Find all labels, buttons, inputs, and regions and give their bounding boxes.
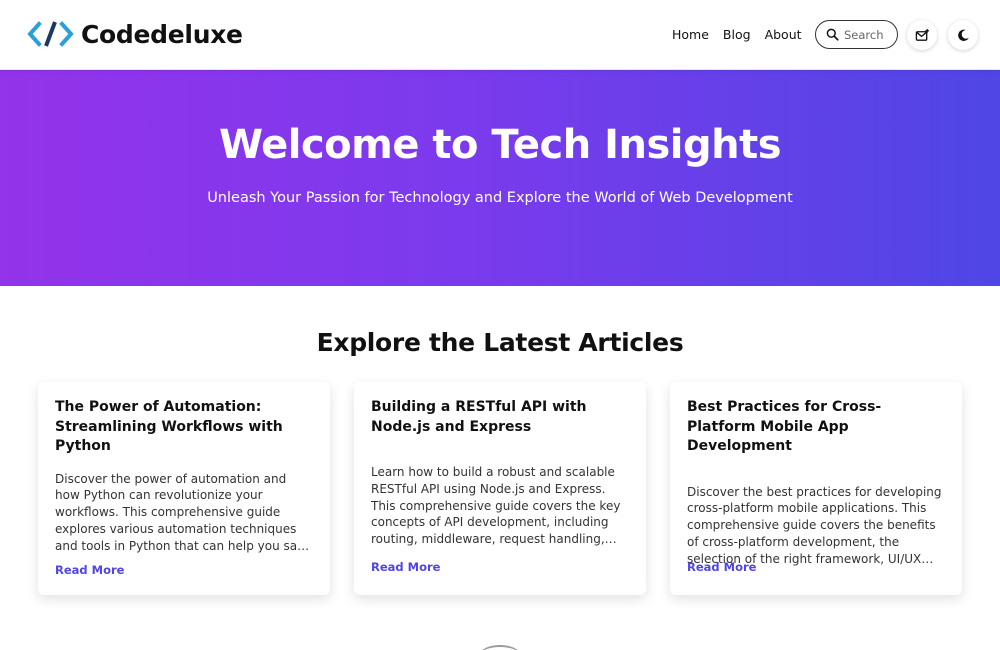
- article-excerpt: Discover the best practices for developi…: [687, 484, 942, 566]
- hero-title: Welcome to Tech Insights: [218, 122, 782, 168]
- nav-link-blog[interactable]: Blog: [723, 27, 751, 42]
- subscribe-button[interactable]: [907, 20, 937, 50]
- main-nav: Home Blog About: [672, 27, 816, 42]
- article-title[interactable]: Best Practices for Cross-Platform Mobile…: [687, 398, 945, 457]
- code-brackets-icon: [27, 21, 74, 47]
- article-excerpt: Discover the power of automation and how…: [55, 471, 312, 553]
- search-box[interactable]: [815, 20, 898, 49]
- article-title[interactable]: Building a RESTful API with Node.js and …: [371, 398, 629, 437]
- brand-name: Codedeluxe: [81, 19, 243, 49]
- article-card[interactable]: Best Practices for Cross-Platform Mobile…: [670, 382, 962, 595]
- mail-add-icon: [915, 28, 929, 41]
- article-card[interactable]: The Power of Automation: Streamlining Wo…: [38, 382, 330, 595]
- hero-banner: Welcome to Tech Insights Unleash Your Pa…: [0, 70, 1000, 286]
- site-header: Codedeluxe Home Blog About: [0, 0, 1000, 70]
- read-more-link[interactable]: Read More: [687, 560, 756, 574]
- read-more-link[interactable]: Read More: [55, 563, 124, 577]
- nav-link-home[interactable]: Home: [672, 27, 709, 42]
- scroll-to-top-indicator[interactable]: [480, 645, 520, 650]
- search-icon: [826, 28, 839, 41]
- brand-logo[interactable]: Codedeluxe: [27, 19, 243, 49]
- hero-subtitle: Unleash Your Passion for Technology and …: [207, 190, 793, 206]
- nav-link-about[interactable]: About: [765, 27, 802, 42]
- theme-toggle-button[interactable]: [948, 20, 978, 50]
- search-input[interactable]: [844, 27, 896, 42]
- articles-heading: Explore the Latest Articles: [316, 328, 684, 357]
- moon-icon: [957, 29, 969, 41]
- article-excerpt: Learn how to build a robust and scalable…: [371, 465, 621, 547]
- read-more-link[interactable]: Read More: [371, 560, 440, 574]
- article-title[interactable]: The Power of Automation: Streamlining Wo…: [55, 398, 313, 457]
- article-card[interactable]: Building a RESTful API with Node.js and …: [354, 382, 646, 595]
